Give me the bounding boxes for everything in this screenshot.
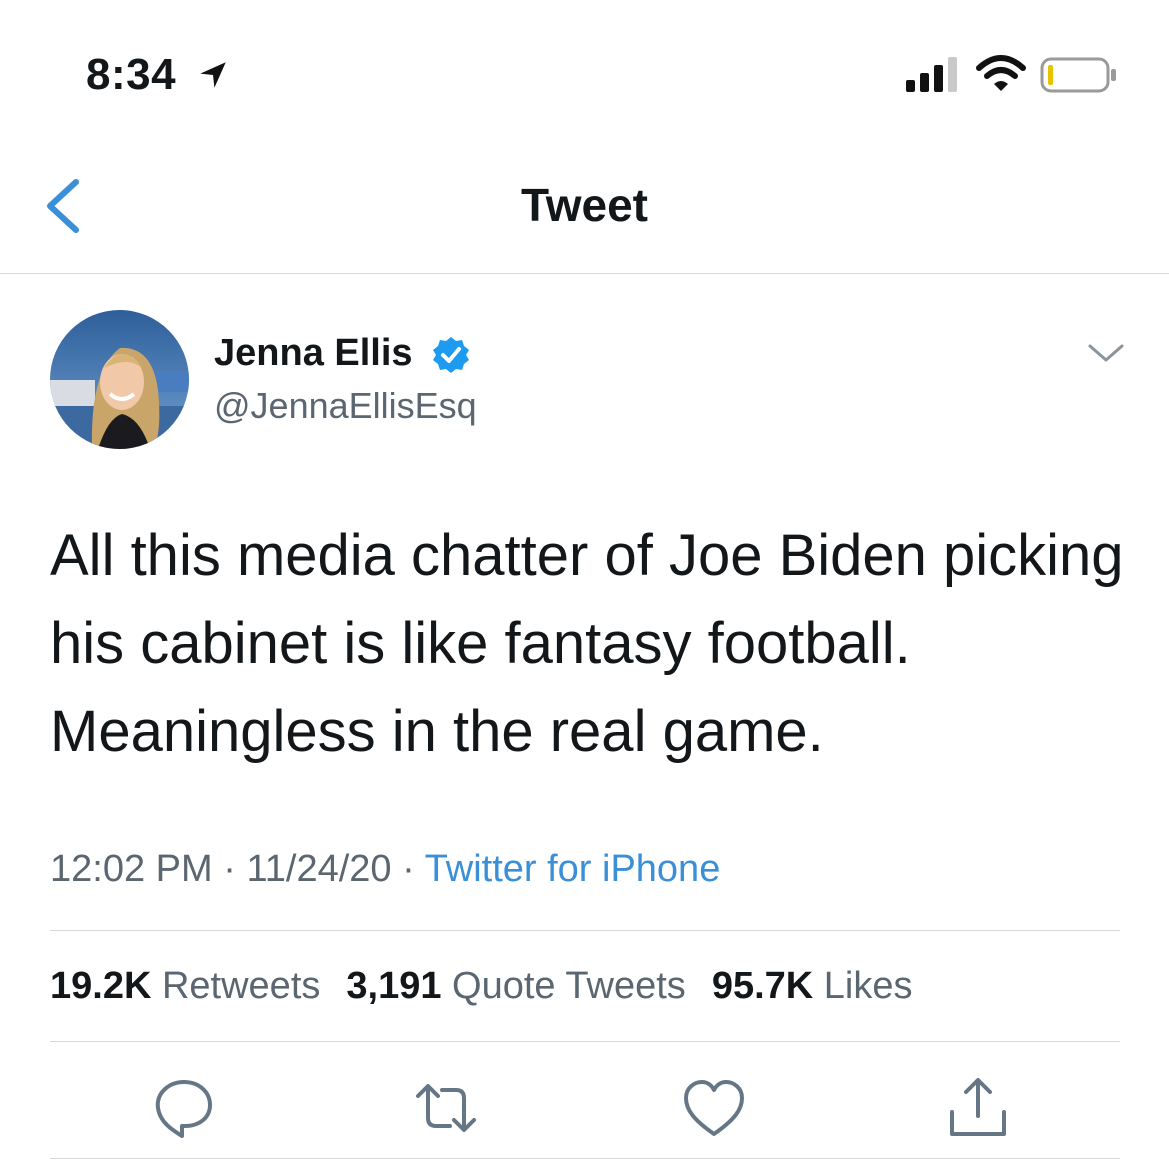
quotes-label: Quote Tweets	[452, 965, 686, 1007]
quotes-stat[interactable]: 3,191 Quote Tweets	[346, 965, 685, 1007]
divider	[50, 1158, 1120, 1159]
share-icon[interactable]	[946, 1076, 1010, 1140]
chevron-down-icon[interactable]	[1086, 338, 1126, 368]
reply-icon[interactable]	[152, 1076, 216, 1140]
tweet-stats: 19.2K Retweets 3,191 Quote Tweets 95.7K Li…	[50, 965, 913, 1008]
nav-divider	[0, 273, 1169, 274]
meta-separator: ·	[212, 848, 247, 890]
tweet-text: All this media chatter of Joe Biden pick…	[50, 523, 1124, 764]
tweet-meta: 12:02 PM · 11/24/20 · Twitter for iPhone	[50, 848, 720, 891]
verified-badge-icon	[433, 337, 469, 373]
divider	[50, 1041, 1120, 1042]
meta-separator: ·	[391, 848, 425, 890]
battery-icon	[1040, 57, 1116, 93]
likes-label: Likes	[823, 965, 913, 1007]
wifi-icon	[976, 55, 1026, 91]
author-handle[interactable]: @JennaEllisEsq	[214, 385, 477, 427]
divider	[50, 930, 1120, 931]
tweet-date: 11/24/20	[246, 848, 392, 890]
likes-count: 95.7K	[711, 965, 814, 1007]
like-icon[interactable]	[682, 1076, 746, 1140]
retweets-label: Retweets	[161, 965, 321, 1007]
retweets-stat[interactable]: 19.2K Retweets	[50, 965, 320, 1007]
author-name[interactable]: Jenna Ellis	[214, 332, 413, 375]
quotes-count: 3,191	[346, 965, 442, 1007]
tweet-time: 12:02 PM	[50, 848, 213, 890]
cellular-signal-icon	[906, 57, 957, 92]
location-arrow-icon	[200, 62, 226, 88]
likes-stat[interactable]: 95.7K Likes	[712, 965, 913, 1007]
avatar[interactable]	[50, 310, 189, 449]
retweet-icon[interactable]	[414, 1076, 478, 1140]
retweets-count: 19.2K	[50, 965, 152, 1007]
status-time: 8:34	[86, 50, 177, 99]
tweet-source-link[interactable]: Twitter for iPhone	[425, 848, 721, 890]
page-title: Tweet	[521, 179, 648, 231]
